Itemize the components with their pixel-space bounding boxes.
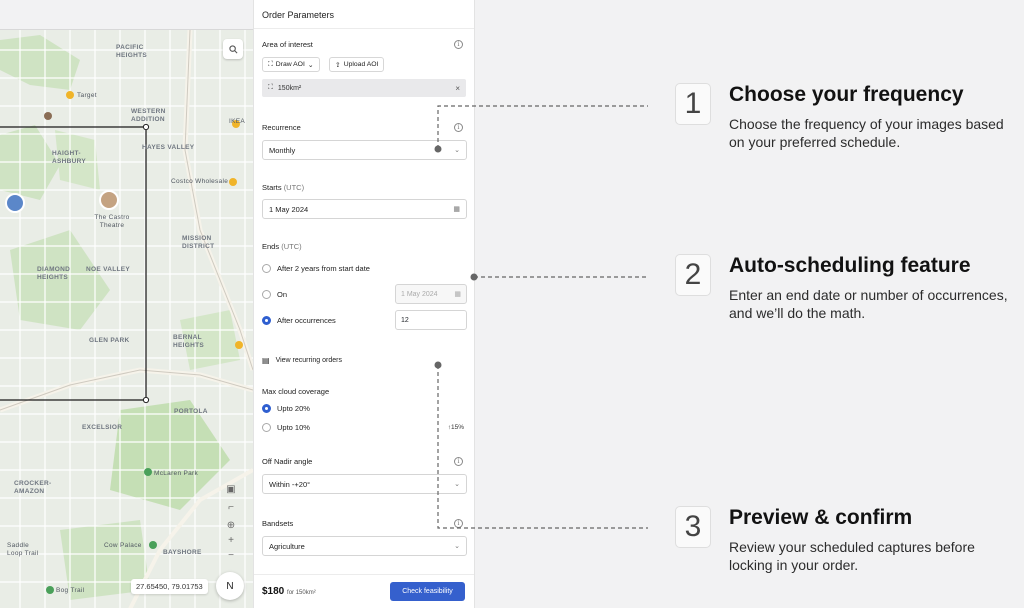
step-badge: 1 (675, 83, 711, 125)
feature-title: Preview & confirm (729, 506, 913, 529)
step-badge: 2 (675, 254, 711, 296)
feature-title: Auto-scheduling feature (729, 254, 971, 277)
feature-description: Choose the frequency of your images base… (729, 116, 1004, 150)
feature-description: Review your scheduled captures before lo… (729, 539, 975, 573)
feature-description: Enter an end date or number of occurrenc… (729, 287, 1008, 321)
feature-title: Choose your frequency (729, 83, 964, 106)
step-badge: 3 (675, 506, 711, 548)
